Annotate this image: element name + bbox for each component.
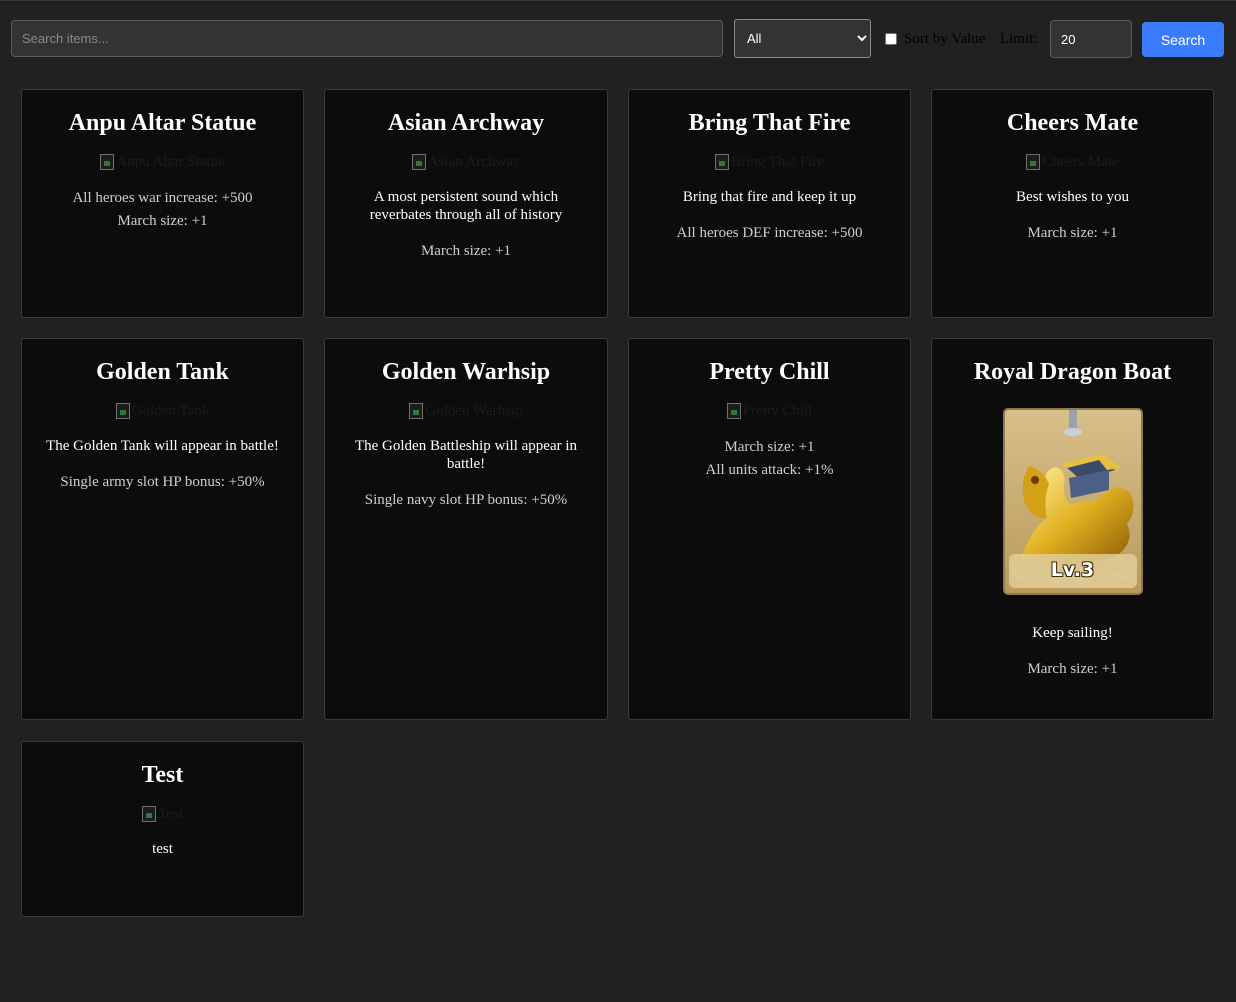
limit-input[interactable] (1050, 20, 1132, 58)
image-alt-text: Bring That Fire (730, 154, 825, 170)
broken-image-icon (100, 154, 115, 170)
image-alt-text: Cheers Mate (1042, 154, 1119, 170)
card-description: Keep sailing! (1032, 625, 1113, 641)
stat-line: March size: +1 (1027, 225, 1118, 241)
item-image: Test (22, 806, 303, 822)
image-alt-text: Anpu Altar Statue (116, 154, 225, 170)
category-filter-select[interactable]: All (734, 19, 871, 58)
sort-by-value-checkbox[interactable] (885, 33, 897, 45)
card-description: test (152, 841, 173, 857)
broken-image-icon (726, 403, 741, 419)
item-image: Anpu Altar Statue (22, 154, 303, 170)
broken-image-icon (142, 806, 157, 822)
item-card: Royal Dragon Boat Lv.3 Keep sailing! Mar… (931, 338, 1214, 720)
stat-line: March size: +1 (724, 439, 815, 455)
card-title: Asian Archway (387, 110, 545, 136)
stat-line: March size: +1 (1027, 661, 1118, 677)
card-title: Bring That Fire (688, 110, 851, 136)
royal-dragon-boat-image: Lv.3 (1002, 408, 1143, 595)
toolbar: All Sort by Value Limit: Search (0, 1, 1236, 77)
card-stats: March size: +1 All units attack: +1% (639, 436, 900, 482)
search-input[interactable] (11, 20, 723, 57)
limit-label: Limit: (1000, 31, 1038, 47)
card-description: The Golden Battleship will appear in bat… (354, 438, 578, 472)
item-card: Cheers Mate Cheers Mate Best wishes to y… (931, 89, 1214, 318)
item-image: Asian Archway (325, 154, 607, 170)
item-card: Bring That Fire Bring That Fire Bring th… (628, 89, 911, 318)
item-card: Asian Archway Asian Archway A most persi… (324, 89, 608, 318)
item-card: Golden Tank Golden Tank The Golden Tank … (21, 338, 304, 720)
card-description: The Golden Tank will appear in battle! (46, 438, 279, 454)
item-card: Golden Warhsip Golden Warhsip The Golden… (324, 338, 608, 720)
stat-line: All units attack: +1% (705, 462, 834, 478)
broken-image-icon (1026, 154, 1041, 170)
stat-line: March size: +1 (117, 213, 208, 229)
item-card: Anpu Altar Statue Anpu Altar Statue All … (21, 89, 304, 318)
broken-image-icon (714, 154, 729, 170)
image-alt-text: Golden Tank (131, 403, 210, 419)
item-image: Bring That Fire (629, 154, 910, 170)
search-button[interactable]: Search (1142, 22, 1224, 57)
card-stats: March size: +1 (942, 658, 1203, 681)
item-level-label: Lv.3 (1050, 559, 1095, 581)
card-stats: March size: +1 (942, 222, 1203, 245)
stat-line: All heroes DEF increase: +500 (676, 225, 863, 241)
stat-line: Single navy slot HP bonus: +50% (364, 492, 568, 508)
card-stats: All heroes DEF increase: +500 (639, 222, 900, 245)
image-alt-text: Golden Warhsip (425, 403, 523, 419)
broken-image-icon (409, 403, 424, 419)
card-stats: All heroes war increase: +500 March size… (32, 187, 293, 233)
card-stats: March size: +1 (335, 240, 597, 263)
image-alt-text: Asian Archway (427, 154, 521, 170)
card-title: Royal Dragon Boat (973, 359, 1172, 385)
broken-image-icon (411, 154, 426, 170)
card-title: Cheers Mate (1006, 110, 1139, 136)
card-stats: Single army slot HP bonus: +50% (32, 471, 293, 494)
image-alt-text: Test (158, 806, 183, 822)
item-image: Pretty Chill (629, 403, 910, 419)
item-card: Pretty Chill Pretty Chill March size: +1… (628, 338, 911, 720)
stat-line: Single army slot HP bonus: +50% (60, 474, 265, 490)
card-title: Anpu Altar Statue (68, 110, 257, 136)
stat-line: All heroes war increase: +500 (72, 190, 253, 206)
item-image: Cheers Mate (932, 154, 1213, 170)
card-description: Best wishes to you (1016, 189, 1129, 205)
item-image: Golden Tank (22, 403, 303, 419)
item-image: Golden Warhsip (325, 403, 607, 419)
card-title: Golden Warhsip (381, 359, 551, 385)
stat-line: March size: +1 (420, 243, 512, 259)
item-card: Test Test test (21, 741, 304, 917)
sort-by-value-label: Sort by Value (904, 31, 986, 47)
card-stats: Single navy slot HP bonus: +50% (335, 489, 597, 512)
card-description: A most persistent sound which reverbates… (369, 189, 563, 223)
card-title: Pretty Chill (709, 359, 830, 385)
card-title: Test (141, 762, 184, 788)
broken-image-icon (115, 403, 130, 419)
card-description: Bring that fire and keep it up (682, 189, 857, 205)
image-alt-text: Pretty Chill (742, 403, 813, 419)
card-title: Golden Tank (96, 359, 229, 385)
